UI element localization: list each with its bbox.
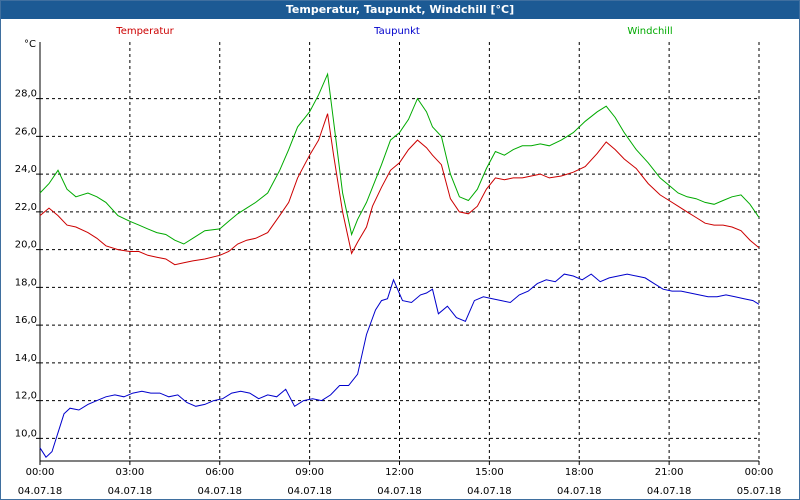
- y-tick-label: 28,0: [15, 89, 37, 100]
- x-tick-time-label: 09:00: [295, 467, 324, 478]
- x-tick-date-label: 04.07.18: [18, 486, 63, 497]
- y-tick-labels: 10,0 12,0 14,0 16,0 18,0 20,0 22,0 24,0 26,0 28,0: [15, 89, 37, 440]
- x-tick-time-label: 15:00: [475, 467, 504, 478]
- y-tick-label: 24,0: [15, 164, 37, 175]
- y-tick-label: 18,0: [15, 277, 37, 288]
- y-tick-label: 12,0: [15, 391, 37, 402]
- x-tick-time-label: 00:00: [26, 467, 55, 478]
- y-tick-label: 14,0: [15, 353, 37, 364]
- x-tick-time-label: 18:00: [565, 467, 594, 478]
- y-tick-label: 10,0: [15, 428, 37, 439]
- x-tick-date-label: 04.07.18: [197, 486, 242, 497]
- x-tick-date-label: 04.07.18: [287, 486, 332, 497]
- y-tick-label: 20,0: [15, 240, 37, 251]
- legend: Temperatur Taupunkt Windchill: [115, 26, 672, 37]
- legend-item-windchill: Windchill: [627, 26, 672, 37]
- y-axis-unit-label: °C: [24, 39, 36, 50]
- x-tick-date-label: 04.07.18: [377, 486, 422, 497]
- y-tick-label: 22,0: [15, 202, 37, 213]
- x-tick-date-label: 04.07.18: [647, 486, 692, 497]
- y-tick-label: 16,0: [15, 315, 37, 326]
- x-tick-time-label: 12:00: [385, 467, 414, 478]
- grid-lines: [40, 42, 759, 461]
- x-tick-time-label: 00:00: [745, 467, 774, 478]
- x-tick-date-label: 04.07.18: [108, 486, 153, 497]
- y-tick-label: 26,0: [15, 126, 37, 137]
- legend-item-temperatur: Temperatur: [115, 26, 174, 37]
- chart-plot: 10,0 12,0 14,0 16,0 18,0 20,0 22,0 24,0 26,0 28,0…: [15, 26, 782, 497]
- x-tick-time-label: 06:00: [205, 467, 234, 478]
- x-tick-time-label: 21:00: [655, 467, 684, 478]
- x-tick-date-label: 04.07.18: [557, 486, 602, 497]
- x-tick-time-label: 03:00: [115, 467, 144, 478]
- x-tick-labels: 00:00 04.07.18 03:00 04.07.18 06:00 04.07.18 0…: [18, 467, 782, 497]
- legend-item-taupunkt: Taupunkt: [373, 26, 420, 37]
- x-tick-date-label: 05.07.18: [737, 486, 782, 497]
- x-tick-date-label: 04.07.18: [467, 486, 512, 497]
